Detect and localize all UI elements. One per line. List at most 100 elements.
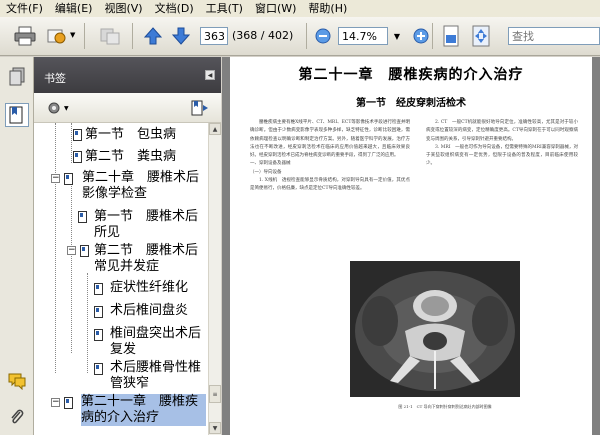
bookmark-item[interactable]: 术后腰椎骨性椎管狭窄 <box>110 360 206 392</box>
close-icon[interactable]: ◀ <box>205 70 215 80</box>
heading: 一、穿刺设备及器械 <box>250 161 291 167</box>
bookmark-item[interactable]: 椎间盘突出术后复发 <box>110 326 206 358</box>
menu-edit[interactable]: 编辑(E) <box>55 0 93 17</box>
menu-help[interactable]: 帮助(H) <box>308 0 347 17</box>
collapse-toggle[interactable]: − <box>51 398 60 407</box>
heading: （一）导向设备 <box>250 169 282 175</box>
menu-document[interactable]: 文档(D) <box>155 0 194 17</box>
page-number-input[interactable] <box>200 27 228 45</box>
zoom-input[interactable] <box>338 27 388 45</box>
gear-icon <box>48 102 60 114</box>
chapter-title: 第二十一章 腰椎疾病的介入治疗 <box>298 67 524 83</box>
bookmark-label: 第一节 包虫病 <box>85 127 177 142</box>
bookmark-icon <box>80 245 89 257</box>
paragraph: 3. MRI 一般也可作为导向设备，但需要特殊的MRI兼容穿刺器械，对于某些软组… <box>426 144 578 167</box>
bookmark-label: 第二节 粪虫病 <box>85 149 177 164</box>
bookmark-label: 第一节 腰椎术后所见 <box>94 209 199 240</box>
bookmark-label: 第二十一章 腰椎疾病的介入治疗 <box>81 394 206 426</box>
bookmarks-toolbar: ▼ <box>34 93 221 123</box>
bookmarks-title: 书签 <box>44 72 66 85</box>
ct-scan-image <box>350 261 520 397</box>
bookmark-item[interactable]: 第一节 腰椎术后所见 <box>94 209 204 241</box>
bookmark-item[interactable]: 第二十章 腰椎术后影像学检查 <box>82 170 204 202</box>
previous-page-button[interactable] <box>140 23 166 49</box>
bookmark-item[interactable]: 第二节 粪虫病 <box>73 149 206 165</box>
expand-bookmark-button[interactable] <box>190 99 210 120</box>
comments-button[interactable] <box>5 369 29 393</box>
bookmark-item[interactable]: 术后椎间盘炎 <box>110 303 206 319</box>
email-button[interactable] <box>44 23 70 49</box>
collapse-toggle[interactable]: − <box>67 246 76 255</box>
bookmark-icon <box>73 129 82 141</box>
search-input[interactable] <box>508 27 600 45</box>
paragraph: 腰椎疾病主要有椎X线平片、CT、MRI、ECT等影像技术手段进行检查并明确诊断。… <box>250 120 410 159</box>
fit-page-icon <box>443 25 459 47</box>
paperclip-icon <box>11 409 24 424</box>
next-page-button[interactable] <box>168 23 194 49</box>
menu-view[interactable]: 视图(V) <box>104 0 142 17</box>
bookmarks-scrollbar[interactable]: ▲ ≡ ▼ <box>208 123 221 435</box>
toolbar: ▼ (368 / 402) ▼ <box>0 17 600 56</box>
bookmark-icon <box>73 151 82 163</box>
bookmark-icon <box>94 329 103 341</box>
bookmark-label: 第二节 腰椎术后常见并发症 <box>94 243 199 274</box>
bookmark-label: 术后椎间盘炎 <box>110 303 189 318</box>
chevron-down-icon: ▼ <box>393 31 401 41</box>
zoom-dropdown[interactable]: ▼ <box>390 27 404 45</box>
collapse-toggle[interactable]: − <box>51 174 60 183</box>
scroll-up-arrow[interactable]: ▲ <box>209 123 221 135</box>
navigation-pane-strip <box>0 57 34 435</box>
page-count: (368 / 402) <box>232 29 294 42</box>
bookmark-label: 症状性纤维化 <box>110 280 189 295</box>
pdf-page: 第二十一章 腰椎疾病的介入治疗 第一节 经皮穿刺活检术 腰椎疾病主要有椎X线平片… <box>230 57 592 435</box>
scroll-down-arrow[interactable]: ▼ <box>209 422 221 434</box>
fit-page-button[interactable] <box>438 23 464 49</box>
collaborate-icon <box>100 28 120 45</box>
menu-file[interactable]: 文件(F) <box>6 0 43 17</box>
paragraph: 1. X线机 透视检查能够显示骨质结构，对穿刺导向具有一定价值，其优点是简便易行… <box>250 178 410 192</box>
zoom-in-button[interactable] <box>408 23 434 49</box>
menu-tools[interactable]: 工具(T) <box>206 0 243 17</box>
pages-panel-button[interactable] <box>5 65 29 89</box>
bookmark-icon <box>9 106 23 124</box>
expand-bookmark-icon <box>191 100 208 116</box>
bookmark-item-selected[interactable]: 第二十一章 腰椎疾病的介入治疗 <box>81 394 206 426</box>
figure-caption: 图 21-1 CT 导向下穿刺针穿刺到达病灶内部时图像 <box>398 404 492 409</box>
bookmark-item[interactable]: 第一节 包虫病 <box>73 127 206 143</box>
document-view[interactable]: 第二十一章 腰椎疾病的介入治疗 第一节 经皮穿刺活检术 腰椎疾病主要有椎X线平片… <box>222 57 600 435</box>
bookmark-label: 术后腰椎骨性椎管狭窄 <box>110 360 202 391</box>
bookmark-tree: 第一节 包虫病 第二节 粪虫病 − 第二十章 腰椎术后影像学检查 第一节 腰椎术… <box>34 123 208 435</box>
bookmarks-panel: 书签 ◀ ▼ 第一节 包虫病 第二节 粪虫病 − 第二十章 腰椎术后影像学检查 … <box>34 57 221 435</box>
zoom-out-button[interactable] <box>310 23 336 49</box>
bookmarks-header: 书签 ◀ <box>34 57 221 93</box>
bookmark-icon <box>64 397 73 409</box>
comment-icon <box>8 373 26 390</box>
left-column: 腰椎疾病主要有椎X线平片、CT、MRI、ECT等影像技术手段进行检查并明确诊断。… <box>250 119 410 194</box>
arrow-up-icon <box>143 27 163 45</box>
print-button[interactable] <box>12 23 38 49</box>
options-button[interactable]: ▼ <box>46 100 72 116</box>
bookmark-label: 第二十章 腰椎术后影像学检查 <box>82 170 200 201</box>
bookmark-label: 椎间盘突出术后复发 <box>110 326 202 357</box>
bookmark-icon <box>94 363 103 375</box>
full-screen-icon <box>472 25 490 47</box>
menu-bar: 文件(F) 编辑(E) 视图(V) 文档(D) 工具(T) 窗口(W) 帮助(H… <box>0 0 600 17</box>
menu-window[interactable]: 窗口(W) <box>255 0 296 17</box>
bookmark-icon <box>94 283 103 295</box>
chevron-down-icon[interactable]: ▼ <box>70 31 75 39</box>
collaborate-button[interactable] <box>97 23 123 49</box>
bookmarks-panel-button[interactable] <box>5 103 29 127</box>
zoom-in-icon <box>413 28 429 44</box>
chevron-down-icon: ▼ <box>64 104 69 112</box>
pages-icon <box>9 67 25 86</box>
attachments-button[interactable] <box>5 405 29 429</box>
bookmark-icon <box>94 306 103 318</box>
section-title: 第一节 经皮穿刺活检术 <box>356 98 466 109</box>
full-screen-button[interactable] <box>468 23 494 49</box>
bookmark-item[interactable]: 第二节 腰椎术后常见并发症 <box>94 243 206 275</box>
bookmark-item[interactable]: 症状性纤维化 <box>110 280 206 296</box>
scroll-thumb[interactable]: ≡ <box>209 385 221 403</box>
email-icon <box>47 29 66 44</box>
bookmark-icon <box>78 211 87 223</box>
printer-icon <box>14 26 36 46</box>
